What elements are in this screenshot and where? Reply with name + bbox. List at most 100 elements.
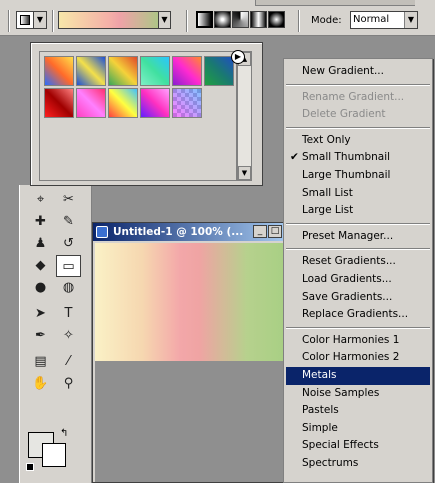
gradient-swatch-violet-orange[interactable]: [172, 56, 202, 86]
gradient-swatch-blue-red-yellow[interactable]: [44, 56, 74, 86]
document-title: Untitled-1 @ 100% (...: [113, 226, 244, 238]
divider: [298, 10, 300, 32]
gradient-preview[interactable]: [58, 11, 170, 29]
scroll-down-icon[interactable]: ▼: [238, 166, 251, 180]
divider: [8, 10, 10, 32]
default-colors-icon[interactable]: [26, 463, 34, 471]
dodge-icon[interactable]: ◍: [56, 277, 81, 299]
gradient-swatch-green-blue[interactable]: [204, 56, 234, 86]
divider: [52, 10, 54, 32]
menu-item-preset-manager[interactable]: Preset Manager...: [286, 228, 430, 246]
checkmark-icon: ✔: [290, 151, 299, 164]
maximize-icon[interactable]: □: [268, 225, 282, 238]
healing-brush-icon[interactable]: ✚: [28, 211, 53, 233]
blur-icon[interactable]: ●: [28, 277, 53, 299]
gradient-swatch-blue-yellow-blue[interactable]: [76, 56, 106, 86]
menu-item-simple[interactable]: Simple: [286, 420, 430, 438]
menu-item-label: Small Thumbnail: [302, 151, 391, 164]
menu-item-label: Text Only: [302, 133, 351, 146]
toolbox: ↰ ⌖ ✂ ✚ ✎ ♟ ↺ ◆ ▭ ● ◍ ➤ T ✒ ✧ ▤ ⁄ ✋ ⚲: [19, 185, 92, 483]
menu-item-label: Large Thumbnail: [302, 169, 391, 181]
reflected-gradient-button[interactable]: [250, 11, 267, 28]
gradient-swatch-violet-pink[interactable]: [140, 88, 170, 118]
menu-item-label: Rename Gradient...: [302, 90, 405, 103]
mode-label: Mode:: [311, 15, 342, 26]
minimize-icon[interactable]: _: [253, 225, 267, 238]
menu-item-spectrums[interactable]: Spectrums: [286, 455, 430, 473]
path-select-icon[interactable]: ➤: [28, 303, 53, 325]
gradient-swatch-red-dark[interactable]: [44, 88, 74, 118]
background-color-swatch[interactable]: [42, 443, 66, 467]
picker-menu-button[interactable]: ▶: [231, 50, 245, 64]
menu-item-rename-gradient: Rename Gradient...: [286, 89, 430, 107]
workspace-background: [95, 361, 285, 482]
menu-item-text-only[interactable]: Text Only: [286, 132, 430, 150]
tool-preset-picker[interactable]: [16, 11, 34, 29]
brush-icon[interactable]: ✎: [56, 211, 81, 233]
gradient-swatch-orange-yellow-orange[interactable]: [108, 56, 138, 86]
menu-item-label: Pastels: [302, 404, 339, 417]
slice-select-icon[interactable]: ✂: [56, 189, 81, 211]
menu-item-label: Save Gradients...: [302, 290, 393, 303]
swap-colors-icon[interactable]: ↰: [60, 428, 68, 439]
document-window: Untitled-1 @ 100% (... _ □: [92, 222, 288, 483]
menu-item-label: Small List: [302, 186, 353, 199]
picker-scrollbar[interactable]: ▲ ▼: [237, 51, 252, 181]
gradient-tool-icon[interactable]: ▭: [56, 255, 81, 277]
gradient-swatch-transparent-stripes[interactable]: [172, 88, 202, 118]
menu-separator: [286, 248, 430, 251]
clone-stamp-icon[interactable]: ♟: [28, 233, 53, 255]
menu-item-label: Reset Gradients...: [302, 255, 396, 268]
menu-item-replace-gradients[interactable]: Replace Gradients...: [286, 306, 430, 324]
menu-separator: [286, 126, 430, 129]
history-brush-icon[interactable]: ↺: [56, 233, 81, 255]
eyedropper-icon[interactable]: ⁄: [56, 351, 81, 373]
menu-item-special-effects[interactable]: Special Effects: [286, 437, 430, 455]
menu-item-large-thumbnail[interactable]: Large Thumbnail: [286, 167, 430, 185]
diamond-gradient-button[interactable]: [268, 11, 285, 28]
menu-item-label: Large List: [302, 204, 354, 217]
linear-gradient-button[interactable]: [196, 11, 213, 28]
menu-item-load-gradients[interactable]: Load Gradients...: [286, 271, 430, 289]
document-canvas[interactable]: [95, 243, 285, 361]
menu-item-label: Color Harmonies 1: [302, 333, 400, 346]
gradient-swatch-spectrum-light[interactable]: [140, 56, 170, 86]
eraser-icon[interactable]: ◆: [28, 255, 53, 277]
menu-item-save-gradients[interactable]: Save Gradients...: [286, 289, 430, 307]
menu-item-small-thumbnail[interactable]: ✔ Small Thumbnail: [286, 149, 430, 167]
menu-separator: [286, 83, 430, 86]
type-icon[interactable]: T: [56, 303, 81, 325]
menu-separator: [286, 326, 430, 329]
menu-item-reset-gradients[interactable]: Reset Gradients...: [286, 253, 430, 271]
menu-item-label: Metals: [302, 369, 337, 381]
gradient-picker-panel: ▲ ▼: [30, 42, 263, 186]
gradient-swatch-rainbow[interactable]: [108, 88, 138, 118]
gradient-swatch-pink-violet[interactable]: [76, 88, 106, 118]
menu-item-pastels[interactable]: Pastels: [286, 402, 430, 420]
menu-item-color-harmonies-2[interactable]: Color Harmonies 2: [286, 349, 430, 367]
gradient-picker-arrow[interactable]: ▼: [158, 11, 171, 29]
radial-gradient-button[interactable]: [214, 11, 231, 28]
menu-item-metals[interactable]: Metals: [286, 367, 430, 385]
menu-item-label: Noise Samples: [302, 386, 380, 399]
hand-icon[interactable]: ✋: [28, 373, 53, 395]
menu-item-small-list[interactable]: Small List: [286, 185, 430, 203]
menu-item-large-list[interactable]: Large List: [286, 202, 430, 220]
menu-item-label: Special Effects: [302, 439, 379, 452]
pen-icon[interactable]: ✒: [28, 325, 53, 347]
shape-icon[interactable]: ✧: [56, 325, 81, 347]
chevron-down-icon[interactable]: ▼: [404, 12, 417, 28]
document-icon: [96, 226, 108, 238]
menu-item-new-gradient[interactable]: New Gradient...: [286, 63, 430, 81]
zoom-icon[interactable]: ⚲: [56, 373, 81, 395]
slice-tool-icon[interactable]: ⌖: [28, 189, 53, 211]
angle-gradient-button[interactable]: [232, 11, 249, 28]
notes-icon[interactable]: ▤: [28, 351, 53, 373]
gradient-context-menu: New Gradient... Rename Gradient... Delete …: [283, 58, 433, 483]
chevron-down-icon[interactable]: ▼: [34, 11, 47, 29]
menu-item-noise-samples[interactable]: Noise Samples: [286, 385, 430, 403]
menu-item-color-harmonies-1[interactable]: Color Harmonies 1: [286, 332, 430, 350]
menu-item-label: Simple: [302, 421, 338, 434]
gradient-tool-icon: [20, 15, 30, 25]
menu-item-label: New Gradient...: [302, 65, 384, 77]
